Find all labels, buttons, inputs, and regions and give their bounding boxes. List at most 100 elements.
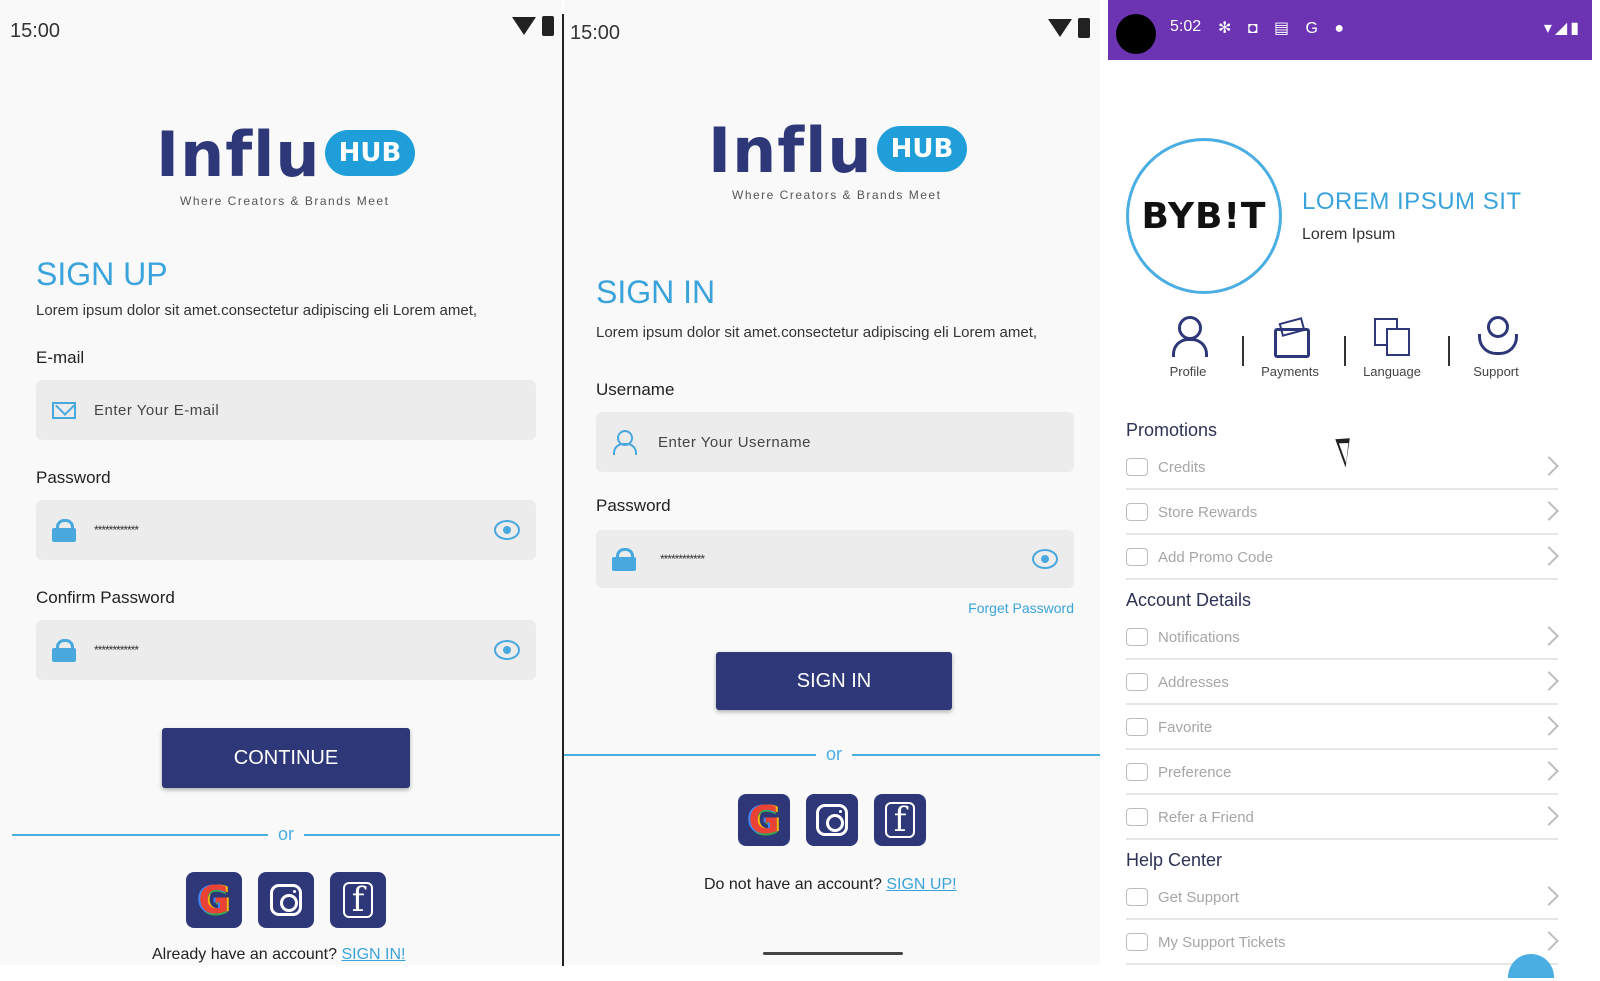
menu-item-promo-code[interactable]: Add Promo Code (1126, 536, 1559, 580)
instagram-icon (270, 884, 302, 916)
menu-item-favorite[interactable]: Favorite (1126, 706, 1559, 750)
ticket-icon (1126, 933, 1148, 951)
username-field[interactable]: Enter Your Username (596, 412, 1074, 472)
page-description: Lorem ipsum dolor sit amet.consectetur a… (596, 324, 1038, 341)
password-label: Password (36, 468, 111, 487)
battery-icon (1078, 18, 1090, 38)
avatar-logo: BYB!T (1141, 195, 1267, 237)
or-divider: or (12, 824, 561, 845)
forgot-password-link[interactable]: Forget Password (968, 600, 1074, 616)
logo-tagline: Where Creators & Brands Meet (180, 194, 390, 208)
email-label: E-mail (36, 348, 85, 367)
app-logo: Influ HUB (156, 124, 416, 186)
logo-tagline: Where Creators & Brands Meet (732, 188, 942, 202)
instagram-login-button[interactable] (806, 794, 858, 846)
google-login-button[interactable]: G (186, 872, 242, 928)
page-title: SIGN UP (36, 256, 168, 292)
section-promotions: Promotions (1126, 420, 1218, 440)
continue-button[interactable]: CONTINUE (162, 728, 410, 788)
section-account-details: Account Details (1126, 590, 1252, 610)
profile-subtitle: Lorem Ipsum (1302, 226, 1396, 243)
notification-icons: ✻ ◘ ▤ G ● (1218, 20, 1351, 37)
facebook-login-button[interactable]: f (330, 872, 386, 928)
location-icon (1126, 673, 1148, 691)
page-description: Lorem ipsum dolor sit amet.consectetur a… (36, 302, 478, 319)
status-icons (1048, 18, 1090, 38)
support-small-icon (1126, 888, 1148, 906)
app-logo: Influ HUB (708, 120, 968, 182)
password-value: ************ (660, 552, 705, 566)
eye-icon[interactable] (494, 640, 520, 660)
menu-item-notifications[interactable]: Notifications (1126, 616, 1559, 660)
menu-item-support-tickets[interactable]: My Support Tickets (1126, 921, 1559, 965)
menu-item-refer-friend[interactable]: Refer a Friend (1126, 796, 1559, 840)
instagram-login-button[interactable] (258, 872, 314, 928)
people-icon (1126, 808, 1148, 826)
wifi-icon (1048, 19, 1072, 37)
lock-icon (52, 519, 76, 542)
confirm-password-label: Confirm Password (36, 588, 175, 607)
password-field[interactable]: ************ (36, 500, 536, 560)
status-time: 15:00 (10, 20, 61, 42)
signin-prompt: Already have an account? SIGN IN! (152, 946, 406, 963)
username-placeholder: Enter Your Username (658, 433, 811, 451)
chevron-right-icon (1539, 456, 1559, 476)
quick-action-payments[interactable]: Payments (1244, 316, 1336, 379)
promo-icon (1126, 548, 1148, 566)
lock-icon (612, 548, 636, 571)
user-icon (612, 430, 637, 455)
chevron-right-icon (1539, 806, 1559, 826)
menu-item-get-support[interactable]: Get Support (1126, 876, 1559, 920)
section-help-center: Help Center (1126, 850, 1223, 870)
confirm-password-field[interactable]: ************ (36, 620, 536, 680)
instagram-icon (816, 804, 848, 836)
chevron-right-icon (1539, 546, 1559, 566)
home-indicator[interactable] (763, 952, 903, 955)
eye-icon[interactable] (494, 520, 520, 540)
wallet-icon (1270, 316, 1310, 360)
profile-screen: 5:02 ✻ ◘ ▤ G ● ▾◢▮ BYB!T LOREM IPSUM SIT… (1108, 0, 1592, 965)
password-field[interactable]: ************ (596, 530, 1074, 588)
signal-battery-icons: ▾◢▮ (1543, 20, 1582, 37)
menu-item-addresses[interactable]: Addresses (1126, 661, 1559, 705)
rewards-icon (1126, 503, 1148, 521)
status-bar: 5:02 ✻ ◘ ▤ G ● ▾◢▮ (1108, 0, 1592, 60)
password-label: Password (596, 496, 671, 515)
quick-action-language[interactable]: Language (1346, 316, 1438, 379)
facebook-login-button[interactable]: f (874, 794, 926, 846)
signin-button[interactable]: SIGN IN (716, 652, 952, 710)
chevron-right-icon (1539, 931, 1559, 951)
chevron-right-icon (1539, 501, 1559, 521)
menu-item-store-rewards[interactable]: Store Rewards (1126, 491, 1559, 535)
status-icons (512, 16, 554, 36)
chevron-right-icon (1539, 671, 1559, 691)
menu-item-preference[interactable]: Preference (1126, 751, 1559, 795)
quick-action-profile[interactable]: Profile (1142, 316, 1234, 379)
chevron-right-icon (1539, 761, 1559, 781)
page-title: SIGN IN (596, 274, 716, 310)
credits-icon (1126, 458, 1148, 476)
mail-icon (52, 401, 76, 419)
facebook-icon: f (885, 800, 915, 840)
signup-link[interactable]: SIGN UP! (886, 876, 956, 893)
username-label: Username (596, 380, 675, 399)
email-field[interactable]: Enter Your E-mail (36, 380, 536, 440)
status-time: 5:02 (1170, 18, 1202, 35)
gear-icon (1126, 763, 1148, 781)
person-icon (1168, 316, 1208, 360)
translate-icon (1372, 316, 1412, 360)
eye-icon[interactable] (1032, 549, 1058, 569)
support-icon (1476, 316, 1518, 360)
signin-screen: 15:00 Influ HUB Where Creators & Brands … (564, 0, 1100, 965)
bell-icon (1126, 628, 1148, 646)
google-login-button[interactable]: G (738, 794, 790, 846)
status-time: 15:00 (570, 22, 621, 44)
chevron-right-icon (1539, 626, 1559, 646)
signup-screen: 15:00 Influ HUB Where Creators & Brands … (0, 0, 562, 965)
lock-icon (52, 639, 76, 662)
camera-cutout (1116, 14, 1156, 54)
signin-link[interactable]: SIGN IN! (341, 946, 405, 963)
password-value: ************ (94, 523, 139, 537)
avatar[interactable]: BYB!T (1126, 138, 1282, 294)
quick-action-support[interactable]: Support (1450, 316, 1542, 379)
